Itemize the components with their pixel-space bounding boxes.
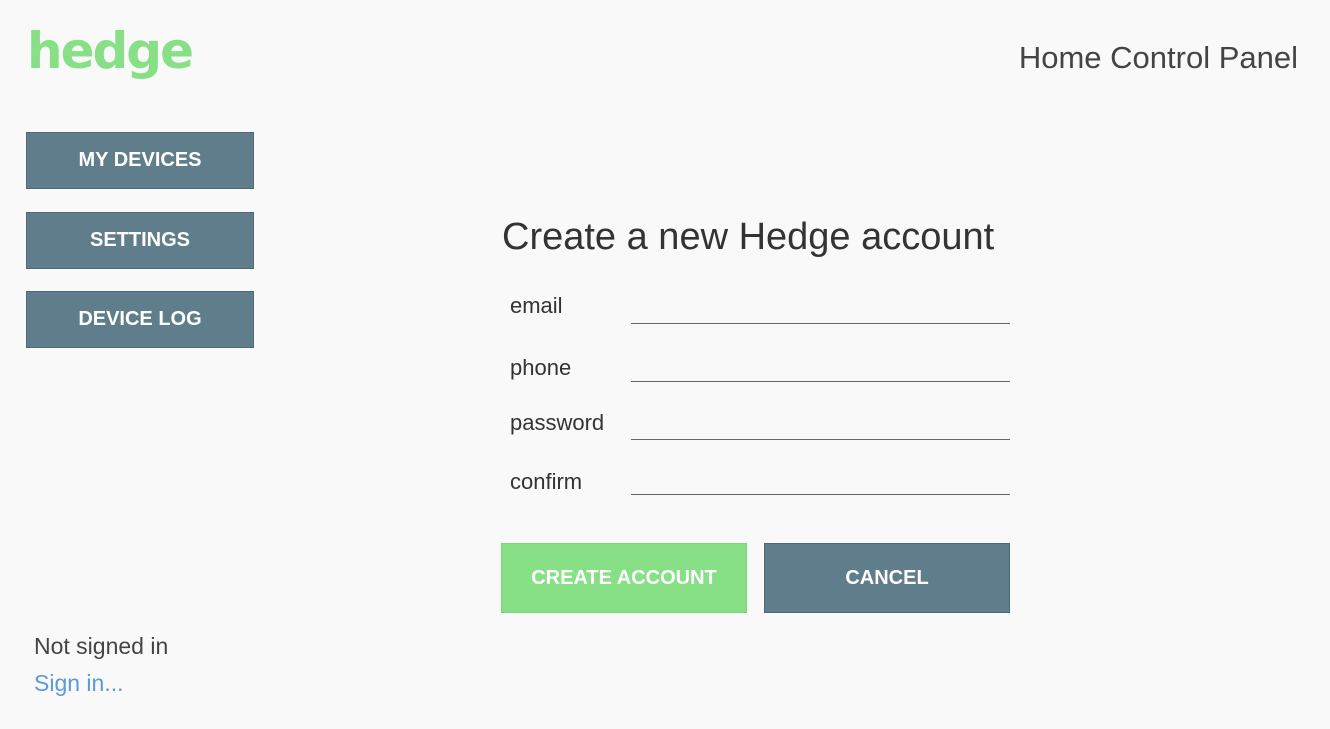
create-account-button[interactable]: CREATE ACCOUNT xyxy=(501,543,747,613)
phone-label: phone xyxy=(510,355,572,380)
cancel-button[interactable]: CANCEL xyxy=(764,543,1010,613)
hedge-logo: hedge xyxy=(27,22,194,80)
email-label: email xyxy=(510,293,563,318)
phone-field[interactable] xyxy=(631,352,1010,382)
sign-in-link[interactable]: Sign in... xyxy=(34,672,124,695)
confirm-password-field[interactable] xyxy=(631,465,1010,495)
password-field[interactable] xyxy=(631,410,1010,440)
page-title: Create a new Hedge account xyxy=(502,216,995,258)
my-devices-button[interactable]: MY DEVICES xyxy=(26,132,254,189)
confirm-label: confirm xyxy=(510,469,583,494)
password-label: password xyxy=(510,410,605,435)
settings-button[interactable]: SETTINGS xyxy=(26,212,254,269)
sign-in-status: Not signed in xyxy=(34,633,169,659)
email-field[interactable] xyxy=(631,294,1010,324)
device-log-button[interactable]: DEVICE LOG xyxy=(26,291,254,348)
app-title: Home Control Panel xyxy=(1018,40,1298,75)
